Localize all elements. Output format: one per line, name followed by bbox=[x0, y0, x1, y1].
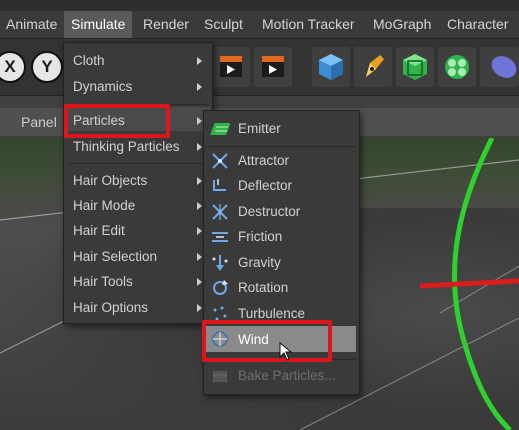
render-view-button[interactable] bbox=[212, 47, 250, 87]
deformer-icon bbox=[491, 56, 517, 78]
attractor-icon bbox=[212, 153, 228, 169]
submenu-arrow-icon bbox=[197, 304, 202, 312]
menu-item-cloth[interactable]: Cloth bbox=[73, 49, 105, 73]
rotation-icon bbox=[213, 280, 228, 295]
menu-separator bbox=[68, 163, 208, 164]
window-top-strip bbox=[0, 0, 519, 11]
bake-particles-icon bbox=[213, 371, 227, 382]
menu-item-dynamics[interactable]: Dynamics bbox=[73, 75, 132, 99]
submenu-arrow-icon bbox=[197, 143, 202, 151]
menu-item-rotation[interactable]: Rotation bbox=[238, 276, 288, 300]
pen-icon bbox=[366, 55, 384, 77]
menu-bar: Animate Simulate Render Sculpt Motion Tr… bbox=[0, 11, 519, 39]
menu-item-destructor[interactable]: Destructor bbox=[238, 200, 300, 224]
menu-separator bbox=[208, 146, 355, 147]
submenu-arrow-icon bbox=[197, 278, 202, 286]
menu-item-hair-objects[interactable]: Hair Objects bbox=[73, 169, 147, 193]
menu-item-friction[interactable]: Friction bbox=[238, 225, 282, 249]
gravity-icon bbox=[212, 255, 228, 271]
menu-item-hair-selection[interactable]: Hair Selection bbox=[73, 245, 157, 269]
menu-sculpt[interactable]: Sculpt bbox=[200, 11, 247, 38]
cloner-icon bbox=[445, 55, 469, 79]
menu-simulate[interactable]: Simulate bbox=[64, 11, 133, 38]
menu-character[interactable]: Character bbox=[443, 11, 512, 38]
simulate-menu: Cloth Dynamics Particles Thinking Partic… bbox=[63, 42, 213, 324]
menu-item-hair-edit[interactable]: Hair Edit bbox=[73, 219, 125, 243]
pen-spline-button[interactable] bbox=[354, 47, 392, 87]
x-axis-lock-button[interactable]: X bbox=[0, 51, 26, 83]
render-to-picture-viewer-button[interactable] bbox=[254, 47, 292, 87]
menu-render[interactable]: Render bbox=[139, 11, 193, 38]
submenu-arrow-icon bbox=[197, 177, 202, 185]
menu-item-hair-mode[interactable]: Hair Mode bbox=[73, 194, 135, 218]
menu-motion-tracker[interactable]: Motion Tracker bbox=[258, 11, 359, 38]
emitter-icon bbox=[210, 123, 230, 135]
mouse-cursor-icon bbox=[279, 342, 293, 361]
menu-animate[interactable]: Animate bbox=[2, 11, 61, 38]
submenu-arrow-icon bbox=[197, 83, 202, 91]
cube-object-button[interactable] bbox=[312, 47, 350, 87]
clapperboard-icon bbox=[220, 56, 242, 77]
menu-item-attractor[interactable]: Attractor bbox=[238, 149, 289, 173]
menu-item-gravity[interactable]: Gravity bbox=[238, 251, 281, 275]
particles-highlight-box bbox=[64, 104, 170, 138]
submenu-arrow-icon bbox=[197, 253, 202, 261]
menu-item-deflector[interactable]: Deflector bbox=[238, 174, 292, 198]
subdivision-surface-button[interactable] bbox=[396, 47, 434, 87]
menu-item-hair-tools[interactable]: Hair Tools bbox=[73, 270, 133, 294]
menu-mograph[interactable]: MoGraph bbox=[369, 11, 435, 38]
clapperboard-icon bbox=[262, 56, 284, 77]
menu-item-hair-options[interactable]: Hair Options bbox=[73, 296, 148, 320]
panel-menu[interactable]: Panel bbox=[21, 108, 57, 136]
submenu-arrow-icon bbox=[197, 227, 202, 235]
friction-icon bbox=[212, 232, 228, 242]
menu-item-thinking-particles[interactable]: Thinking Particles bbox=[73, 135, 180, 159]
submenu-arrow-icon bbox=[197, 57, 202, 65]
deformer-button[interactable] bbox=[480, 47, 519, 87]
menu-item-bake-particles: Bake Particles... bbox=[238, 368, 336, 383]
green-cube-icon bbox=[403, 54, 427, 80]
submenu-arrow-icon bbox=[197, 202, 202, 210]
deflector-icon bbox=[213, 179, 226, 191]
cloner-button[interactable] bbox=[438, 47, 476, 87]
wind-highlight-box bbox=[202, 320, 332, 362]
y-axis-lock-button[interactable]: Y bbox=[31, 51, 63, 83]
submenu-arrow-icon bbox=[197, 117, 202, 125]
destructor-icon bbox=[212, 204, 228, 220]
cube-icon bbox=[319, 54, 343, 80]
menu-item-emitter[interactable]: Emitter bbox=[238, 117, 281, 141]
